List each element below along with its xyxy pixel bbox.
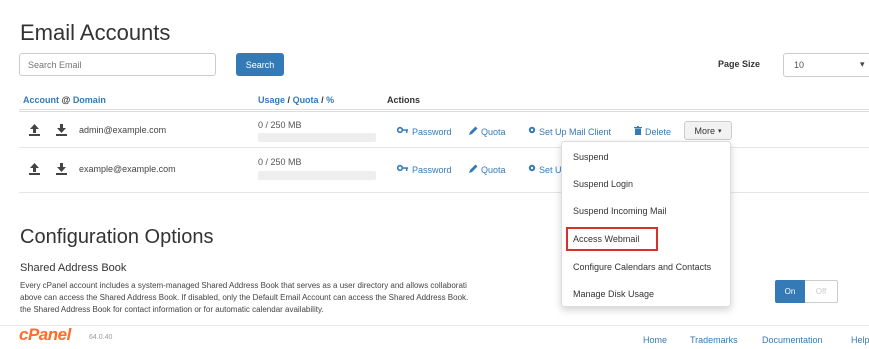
usage-text: 0 / 250 MB	[258, 120, 302, 130]
gear-icon	[528, 164, 536, 175]
column-header-usage[interactable]: Usage / Quota / %	[258, 95, 334, 105]
menu-item-suspend[interactable]: Suspend	[573, 152, 609, 162]
menu-item-manage-disk-usage[interactable]: Manage Disk Usage	[573, 289, 654, 299]
sort-usage[interactable]: Usage	[258, 95, 285, 105]
password-label: Password	[412, 165, 452, 175]
more-dropdown-menu: Suspend Suspend Login Suspend Incoming M…	[561, 141, 731, 307]
key-icon	[396, 164, 409, 176]
quota-action[interactable]: Quota	[469, 126, 506, 138]
sort-account[interactable]: Account	[23, 95, 59, 105]
quota-label: Quota	[481, 165, 506, 175]
slash-separator: /	[321, 95, 324, 105]
description-line: the Shared Address Book for contact info…	[20, 305, 324, 314]
download-icon[interactable]	[56, 163, 67, 177]
sort-quota[interactable]: Quota	[293, 95, 319, 105]
menu-item-configure-calendars[interactable]: Configure Calendars and Contacts	[573, 262, 711, 272]
toggle-off-button[interactable]: Off	[805, 280, 838, 303]
setup-label: Set Up Mail Client	[539, 126, 612, 137]
gear-icon	[528, 126, 536, 137]
password-action[interactable]: Password	[396, 164, 452, 176]
delete-label: Delete	[645, 127, 672, 137]
footer-link-documentation[interactable]: Documentation	[762, 335, 823, 345]
at-symbol: @	[61, 95, 71, 105]
cpanel-logo[interactable]: cPanel	[19, 325, 71, 345]
row-divider	[19, 192, 869, 193]
setup-mail-client-action[interactable]: Set U	[528, 164, 562, 175]
email-address: admin@example.com	[79, 125, 167, 135]
slash-separator: /	[287, 95, 291, 105]
description-line: Every cPanel account includes a system-m…	[20, 281, 467, 290]
password-action[interactable]: Password	[396, 126, 452, 138]
download-icon[interactable]	[56, 124, 67, 138]
shared-address-book-title: Shared Address Book	[20, 262, 127, 274]
page-size-select[interactable]: 10	[783, 53, 869, 77]
more-button[interactable]: More ▾	[684, 121, 732, 140]
footer-link-trademarks[interactable]: Trademarks	[690, 335, 738, 345]
search-button[interactable]: Search	[236, 53, 284, 76]
caret-down-icon: ▾	[718, 127, 722, 135]
header-divider	[19, 109, 869, 110]
sort-domain[interactable]: Domain	[73, 95, 106, 105]
usage-text: 0 / 250 MB	[258, 157, 302, 167]
quota-action[interactable]: Quota	[469, 164, 506, 176]
usage-bar	[258, 133, 376, 142]
upload-icon[interactable]	[29, 124, 40, 138]
page-title: Email Accounts	[20, 20, 171, 45]
pencil-icon	[469, 126, 478, 138]
quota-label: Quota	[481, 127, 506, 137]
delete-action[interactable]: Delete	[634, 126, 671, 138]
menu-item-suspend-login[interactable]: Suspend Login	[573, 179, 633, 189]
menu-item-access-webmail[interactable]: Access Webmail	[573, 234, 639, 244]
sort-percent[interactable]: %	[326, 95, 334, 105]
trash-icon	[634, 126, 642, 138]
menu-item-suspend-incoming-mail[interactable]: Suspend Incoming Mail	[573, 206, 667, 216]
footer-divider	[0, 325, 869, 326]
more-label: More	[694, 125, 715, 136]
key-icon	[396, 126, 409, 138]
column-header-account[interactable]: Account @ Domain	[23, 95, 106, 105]
upload-icon[interactable]	[29, 163, 40, 177]
setup-mail-client-action[interactable]: Set Up Mail Client	[528, 126, 611, 137]
usage-bar	[258, 171, 376, 180]
email-address: example@example.com	[79, 164, 176, 174]
version-number: 64.0.40	[89, 334, 113, 341]
footer-link-home[interactable]: Home	[643, 335, 667, 345]
page-size-label: Page Size	[718, 59, 761, 69]
search-input[interactable]	[19, 53, 216, 76]
setup-label: Set U	[539, 164, 562, 175]
password-label: Password	[412, 127, 452, 137]
toggle-on-button[interactable]: On	[775, 280, 805, 303]
configuration-title: Configuration Options	[20, 226, 214, 248]
column-header-actions: Actions	[387, 95, 421, 105]
header-divider	[19, 111, 869, 112]
pencil-icon	[469, 164, 478, 176]
row-divider	[19, 147, 869, 148]
footer-link-help[interactable]: Help	[851, 335, 869, 345]
page-size-arrow-icon: ▾	[860, 59, 865, 69]
description-line: above can access the Shared Address Book…	[20, 293, 469, 302]
